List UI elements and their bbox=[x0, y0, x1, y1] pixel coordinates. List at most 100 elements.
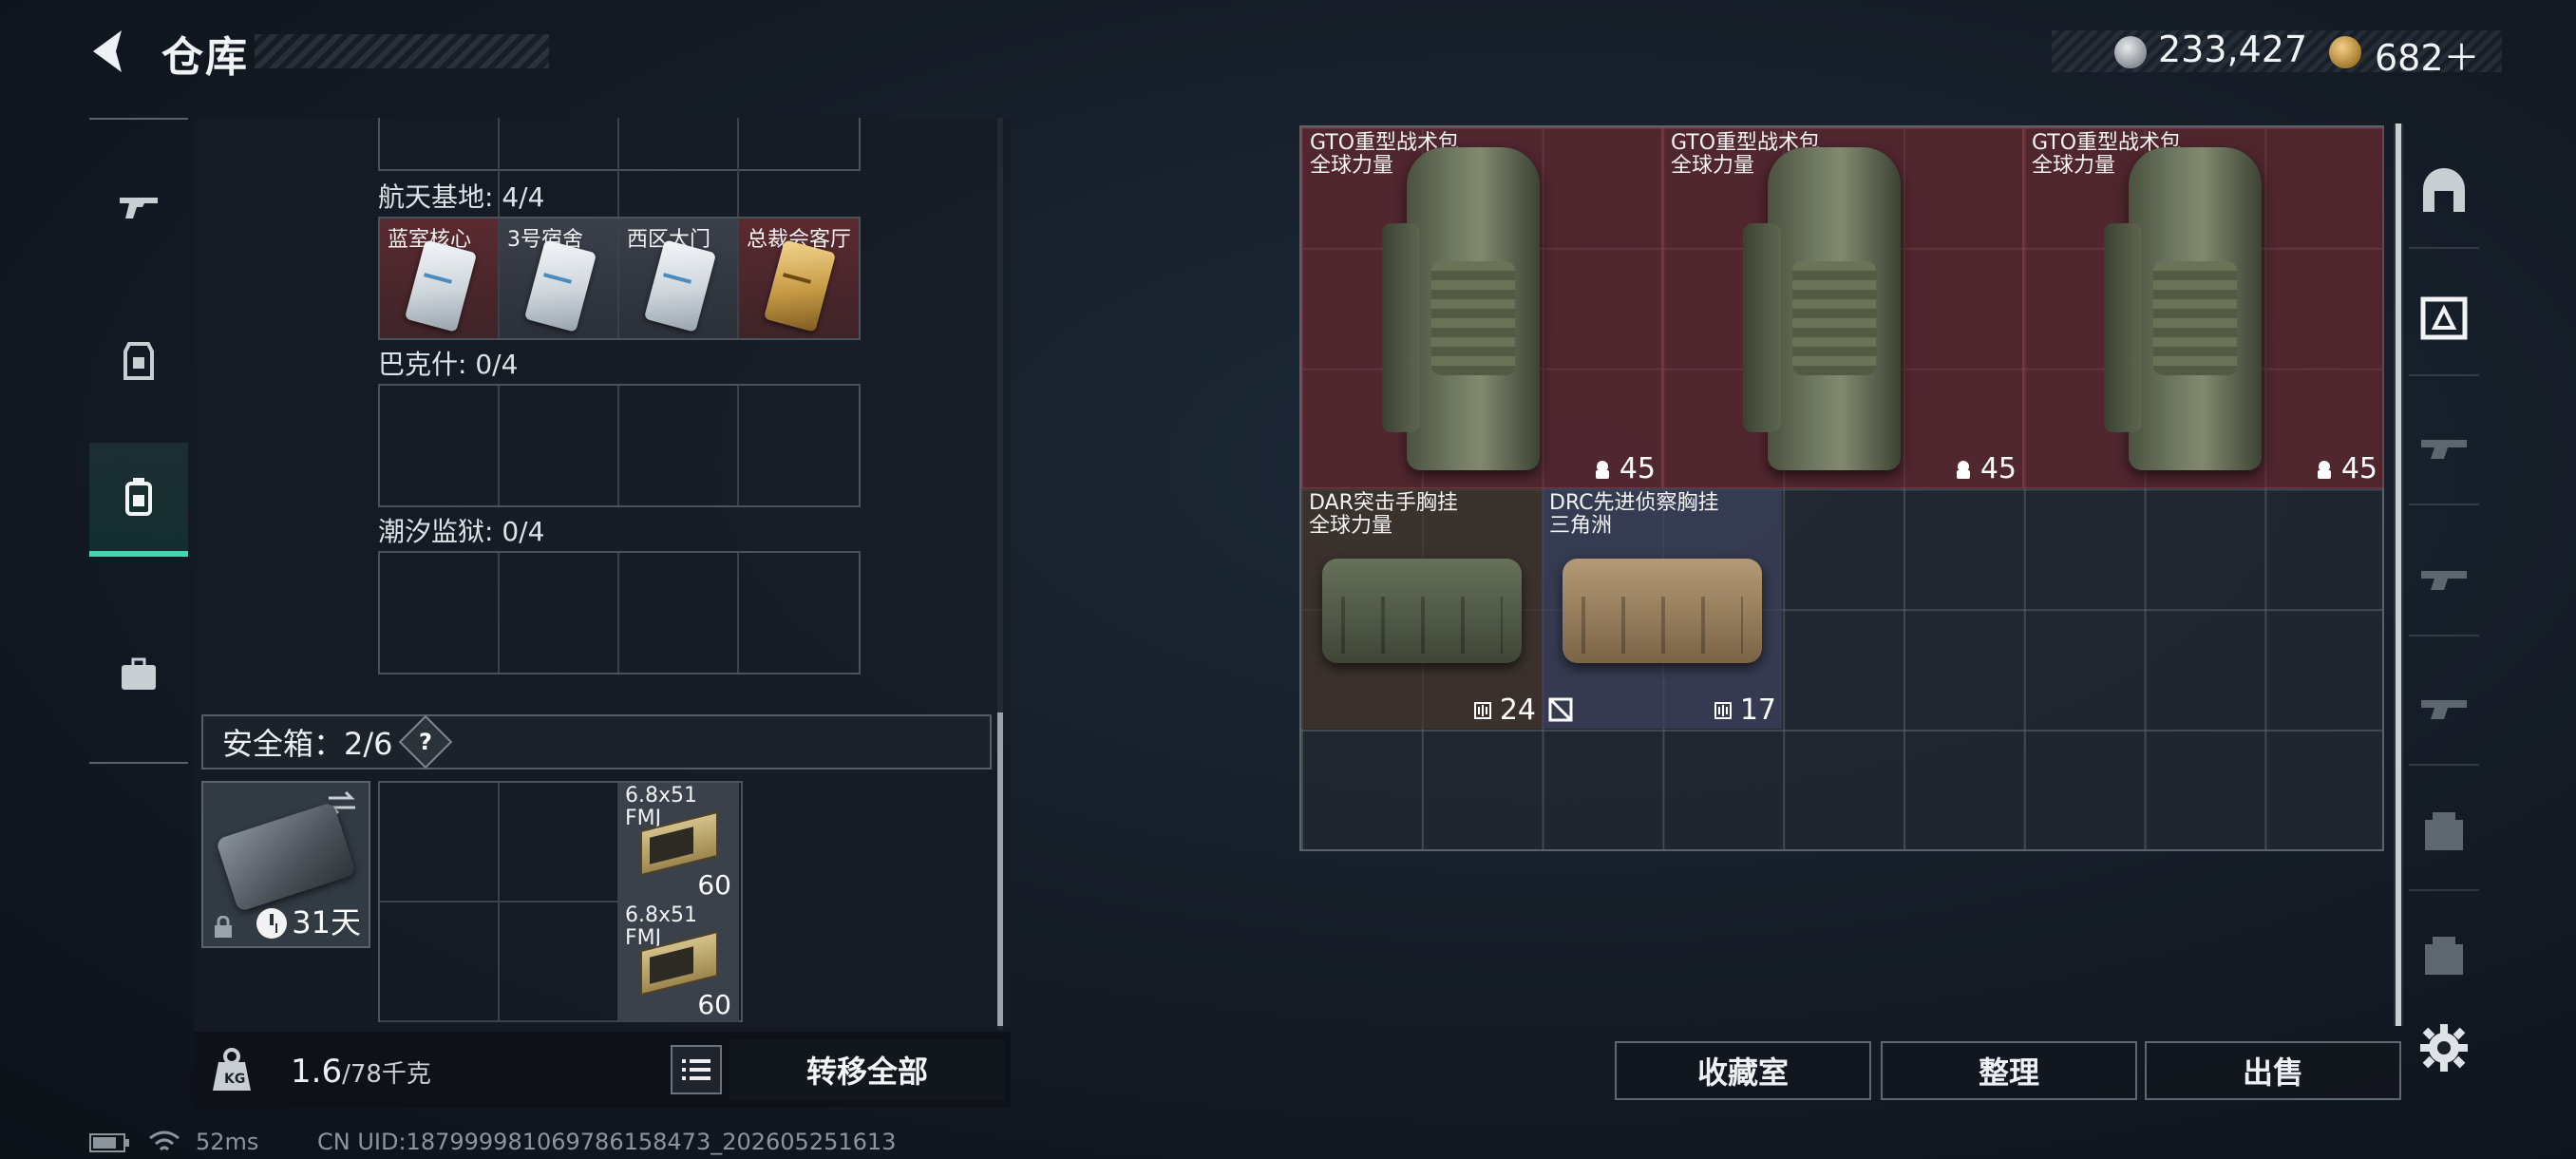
nav-case[interactable] bbox=[89, 618, 188, 732]
empty-slot[interactable] bbox=[380, 553, 500, 673]
capacity-icon bbox=[1595, 460, 1609, 479]
page-title: 仓库 bbox=[161, 33, 249, 82]
key-grid-bakhsh bbox=[378, 384, 861, 507]
svg-text:KG: KG bbox=[224, 1072, 245, 1087]
nav-backpack[interactable] bbox=[89, 443, 188, 557]
key-grid-tide-prison bbox=[378, 551, 861, 674]
clock-icon bbox=[256, 908, 287, 939]
silver-currency-value: 233,427 bbox=[2158, 28, 2308, 70]
back-icon[interactable] bbox=[84, 25, 137, 78]
empty-slot[interactable] bbox=[380, 783, 500, 902]
battery-icon bbox=[89, 1133, 129, 1152]
no-insure-icon bbox=[1548, 697, 1573, 722]
case-icon bbox=[122, 657, 156, 690]
stash-tab-5[interactable] bbox=[2409, 777, 2479, 891]
section-label-tide-prison: 潮汐监狱: 0/4 bbox=[378, 516, 545, 547]
empty-slot[interactable] bbox=[500, 902, 619, 1022]
safebox-case-image bbox=[215, 801, 357, 913]
collection-room-button[interactable]: 收藏室 bbox=[1615, 1041, 1871, 1100]
empty-slot[interactable] bbox=[500, 386, 619, 505]
armor-icon bbox=[123, 342, 154, 380]
empty-slot[interactable] bbox=[380, 902, 500, 1022]
key-grid-space-base: 蓝室核心 3号宿舍 西区大门 总裁会客厅 bbox=[378, 217, 861, 340]
empty-slot[interactable] bbox=[500, 553, 619, 673]
stash-tab-icon bbox=[2421, 440, 2467, 459]
wifi-icon bbox=[149, 1130, 180, 1151]
key-item[interactable]: 蓝室核心 bbox=[380, 218, 500, 338]
uid-text: CN UID:18799998106978615847​3_2026052516… bbox=[317, 1129, 897, 1155]
stash-scroll-thumb[interactable] bbox=[2396, 124, 2401, 1026]
stash-tab-2[interactable] bbox=[2409, 391, 2479, 505]
safebox-grid: 6.8x51 FMJ 60 6.8x51 FMJ 60 bbox=[378, 781, 743, 1022]
weight-icon: KG bbox=[213, 1048, 251, 1091]
gear-icon[interactable] bbox=[2418, 1022, 2470, 1074]
capacity-icon bbox=[1473, 701, 1491, 719]
stash-tab-icon bbox=[2421, 571, 2467, 590]
section-label-space-base: 航天基地: 4/4 bbox=[378, 181, 545, 213]
empty-slot[interactable] bbox=[619, 553, 739, 673]
stash-tab-1[interactable] bbox=[2409, 262, 2479, 376]
backpack-image bbox=[2104, 147, 2262, 470]
ammo-item[interactable]: 6.8x51 FMJ 60 bbox=[619, 783, 739, 902]
stash-tab-6[interactable] bbox=[2409, 901, 2479, 1015]
nav-armor[interactable] bbox=[89, 304, 188, 418]
gold-coin-icon bbox=[2329, 36, 2361, 68]
empty-slot[interactable] bbox=[619, 386, 739, 505]
safebox-item[interactable]: 31天 bbox=[201, 781, 370, 948]
list-icon bbox=[682, 1059, 710, 1080]
backpack-image bbox=[1743, 147, 1901, 470]
key-item[interactable]: 3号宿舍 bbox=[500, 218, 619, 338]
keycard-icon bbox=[643, 239, 717, 332]
nav-weapon[interactable] bbox=[89, 148, 188, 262]
backpack-item[interactable]: GTO重型战术包 全球力量 45 bbox=[1662, 127, 2023, 488]
section-label-bakhsh: 巴克什: 0/4 bbox=[378, 349, 519, 380]
stash-tab-icon bbox=[2425, 812, 2463, 850]
safebox-label: 安全箱：2/6 bbox=[222, 726, 393, 762]
stash-tab-icon bbox=[2421, 700, 2467, 719]
stash-grid: GTO重型战术包 全球力量 45 GTO重型战术包 全球力量 45 GTO重型战… bbox=[1299, 125, 2384, 851]
capacity-icon bbox=[1714, 701, 1732, 719]
transfer-all-button[interactable]: 转移全部 bbox=[729, 1039, 1005, 1100]
list-view-button[interactable] bbox=[671, 1045, 722, 1094]
empty-slot[interactable] bbox=[380, 386, 500, 505]
backpack-icon bbox=[125, 478, 152, 516]
backpack-item[interactable]: GTO重型战术包 全球力量 45 bbox=[1301, 127, 1662, 488]
stash-tab-active-icon bbox=[2420, 296, 2468, 340]
stash-tab-4[interactable] bbox=[2409, 652, 2479, 766]
chest-rig-item[interactable]: DRC先进侦察胸挂 三角洲 17 bbox=[1542, 488, 1782, 729]
keycard-icon bbox=[763, 239, 837, 332]
lock-icon bbox=[215, 916, 232, 938]
capacity-icon bbox=[1956, 460, 1970, 479]
ammo-item[interactable]: 6.8x51 FMJ 60 bbox=[619, 902, 739, 1022]
keycard-icon bbox=[404, 239, 478, 332]
sort-button[interactable]: 整理 bbox=[1881, 1041, 2137, 1100]
capacity-icon bbox=[2317, 460, 2331, 479]
weight-indicator: 1.6/78千克 bbox=[291, 1053, 431, 1091]
title-decoration bbox=[255, 34, 549, 68]
silver-coin-icon bbox=[2114, 36, 2147, 68]
safebox-header: 安全箱：2/6 ? bbox=[201, 714, 992, 770]
sell-button[interactable]: 出售 bbox=[2145, 1041, 2401, 1100]
backpack-image bbox=[1382, 147, 1540, 470]
empty-slot[interactable] bbox=[739, 386, 859, 505]
inventory-scroll-thumb[interactable] bbox=[997, 712, 1003, 1026]
home-arch-icon bbox=[2423, 168, 2465, 212]
key-item[interactable]: 总裁会客厅 bbox=[739, 218, 859, 338]
backpack-item[interactable]: GTO重型战术包 全球力量 45 bbox=[2023, 127, 2384, 488]
safebox-days: 31天 bbox=[292, 904, 361, 940]
help-icon[interactable]: ? bbox=[398, 714, 452, 770]
gold-currency-value[interactable]: 682＋ bbox=[2375, 28, 2480, 81]
stash-tab-3[interactable] bbox=[2409, 522, 2479, 636]
empty-slot[interactable] bbox=[500, 783, 619, 902]
chest-rig-image bbox=[1322, 559, 1522, 663]
keycard-icon bbox=[523, 239, 597, 332]
chest-rig-item[interactable]: DAR突击手胸挂 全球力量 24 bbox=[1301, 488, 1542, 729]
partial-grid-row bbox=[378, 118, 861, 238]
key-item[interactable]: 西区大门 bbox=[619, 218, 739, 338]
ping-text: 52ms bbox=[196, 1129, 259, 1155]
weapon-icon bbox=[120, 198, 158, 218]
empty-slot[interactable] bbox=[739, 553, 859, 673]
stash-tab-icon bbox=[2425, 937, 2463, 975]
stash-tab-home[interactable] bbox=[2409, 135, 2479, 249]
chest-rig-image bbox=[1563, 559, 1762, 663]
